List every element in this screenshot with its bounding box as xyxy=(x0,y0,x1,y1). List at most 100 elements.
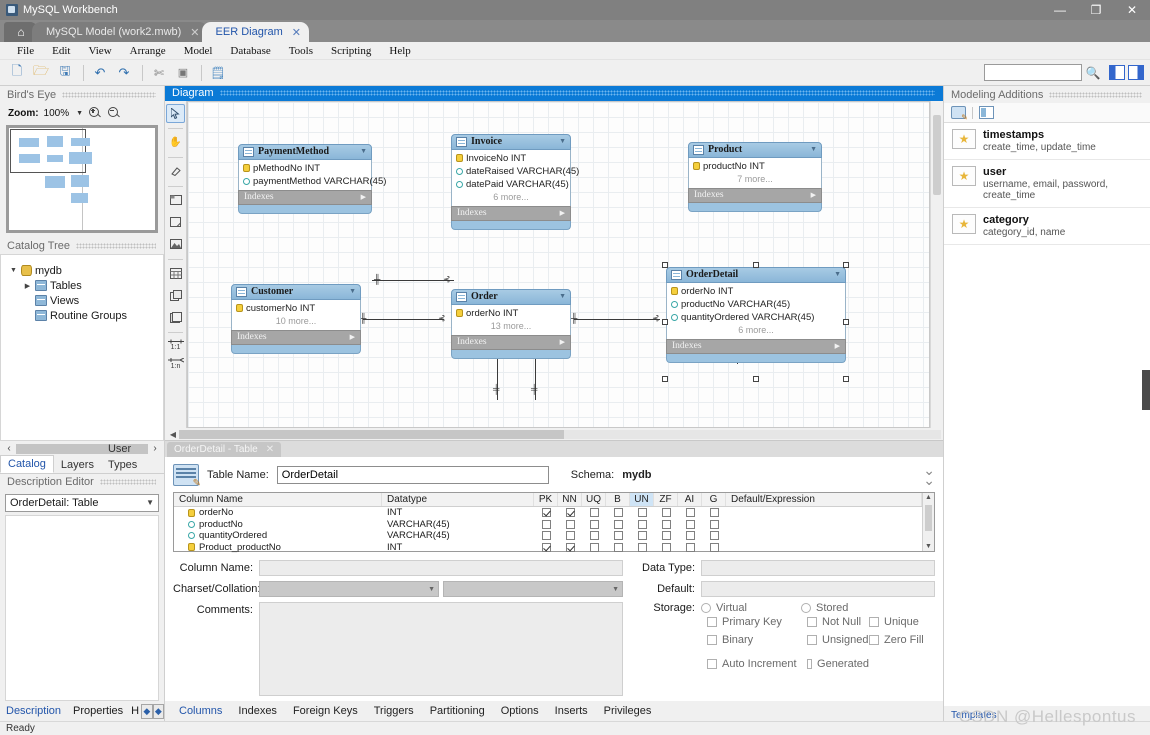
new-template-icon[interactable] xyxy=(979,106,994,119)
comments-textarea[interactable] xyxy=(259,602,623,696)
cell-default[interactable] xyxy=(726,542,922,554)
hand-tool[interactable]: ✋ xyxy=(166,133,185,152)
chevron-right-icon[interactable]: ▶ xyxy=(835,342,840,350)
image-tool[interactable] xyxy=(166,235,185,254)
table-row[interactable]: orderNo INT xyxy=(174,507,922,519)
radio-stored[interactable] xyxy=(801,603,811,613)
option-unsigned[interactable]: Unsigned xyxy=(807,634,869,646)
tab-catalog[interactable]: Catalog xyxy=(0,454,54,473)
chevron-right-icon[interactable]: ▶ xyxy=(350,333,355,341)
scroll-down-icon[interactable]: ▼ xyxy=(923,543,934,550)
chevron-down-icon[interactable]: ▼ xyxy=(9,267,18,274)
checkbox-generated[interactable] xyxy=(807,659,813,669)
menu-view[interactable]: View xyxy=(79,42,120,60)
option-not-null[interactable]: Not Null xyxy=(807,616,869,628)
option-unique[interactable]: Unique xyxy=(869,616,919,628)
er-table-header[interactable]: PaymentMethod ▼ xyxy=(238,143,372,160)
checkbox-binary[interactable] xyxy=(707,635,717,645)
chevron-right-icon[interactable]: ▶ xyxy=(23,282,32,290)
er-table-customer[interactable]: Customer ▼ customerNo INT 10 more... Ind… xyxy=(231,283,361,354)
option-zero-fill[interactable]: Zero Fill xyxy=(869,634,924,646)
checkbox-b[interactable] xyxy=(613,531,623,541)
table-name-input[interactable] xyxy=(276,466,549,484)
checkbox-ai[interactable] xyxy=(685,519,695,529)
selection-handle[interactable] xyxy=(753,261,759,268)
selection-handle[interactable] xyxy=(662,261,668,268)
close-icon[interactable]: ✕ xyxy=(266,444,274,455)
checkbox-zf[interactable] xyxy=(661,531,671,541)
new-view-tool[interactable] xyxy=(166,286,185,305)
selection-handle[interactable] xyxy=(843,375,849,382)
cut-icon[interactable]: ✄ xyxy=(148,63,170,83)
er-table-header[interactable]: OrderDetail ▼ xyxy=(666,266,846,283)
scroll-track[interactable] xyxy=(179,429,941,439)
er-more-columns[interactable]: 6 more... xyxy=(667,324,845,337)
checkbox-pk[interactable] xyxy=(541,508,551,518)
er-more-columns[interactable]: 7 more... xyxy=(689,173,821,186)
maximize-button[interactable]: ❐ xyxy=(1078,0,1114,20)
checkbox-un[interactable] xyxy=(637,531,647,541)
er-indexes-row[interactable]: Indexes ▶ xyxy=(238,189,372,205)
col-header-uq[interactable]: UQ xyxy=(582,493,606,506)
col-header-g[interactable]: G xyxy=(702,493,726,506)
checkbox-nn[interactable] xyxy=(565,508,575,518)
templates-label[interactable]: Templates xyxy=(944,706,1150,721)
note-tool[interactable] xyxy=(166,213,185,232)
tab-description[interactable]: Description xyxy=(0,702,67,721)
tab-foreign-keys[interactable]: Foreign Keys xyxy=(285,702,366,721)
chevron-down-icon[interactable]: ▼ xyxy=(559,293,566,300)
window-edge-scrollbar[interactable] xyxy=(1142,370,1150,410)
chevron-down-icon[interactable]: ▼ xyxy=(834,271,841,278)
er-table-header[interactable]: Invoice ▼ xyxy=(451,133,571,150)
table-row[interactable]: Product_productNo INT xyxy=(174,542,922,554)
er-table-orderdetail[interactable]: OrderDetail ▼ orderNo INT productNo VARC… xyxy=(662,261,849,382)
col-header-datatype[interactable]: Datatype xyxy=(382,493,534,506)
checkbox-nn[interactable] xyxy=(565,542,575,552)
checkbox-g[interactable] xyxy=(709,508,719,518)
birds-eye-view[interactable] xyxy=(6,125,158,233)
tab-user-types[interactable]: User Types xyxy=(101,441,164,473)
tree-node-views[interactable]: Views xyxy=(1,293,163,308)
new-routine-group-tool[interactable] xyxy=(166,308,185,327)
checkbox-pk[interactable] xyxy=(541,519,551,529)
search-input[interactable] xyxy=(984,64,1082,81)
selection-handle[interactable] xyxy=(843,318,849,325)
chevron-down-icon[interactable]: ▼ xyxy=(349,288,356,295)
checkbox-auto-increment[interactable] xyxy=(707,659,717,669)
description-target-select[interactable]: OrderDetail: Table ▼ xyxy=(5,493,159,512)
checkbox-b[interactable] xyxy=(613,542,623,552)
radio-virtual[interactable] xyxy=(701,603,711,613)
option-generated[interactable]: Generated xyxy=(807,658,869,670)
checkbox-zf[interactable] xyxy=(661,519,671,529)
checkbox-zero-fill[interactable] xyxy=(869,635,879,645)
er-more-columns[interactable]: 6 more... xyxy=(452,191,570,204)
tab-inserts[interactable]: Inserts xyxy=(547,702,596,721)
checkbox-pk[interactable] xyxy=(541,531,551,541)
checkbox-g[interactable] xyxy=(709,519,719,529)
option-binary[interactable]: Binary xyxy=(707,634,807,646)
checkbox-g[interactable] xyxy=(709,542,719,552)
er-table-product[interactable]: Product ▼ productNo INT 7 more... Indexe… xyxy=(688,141,822,212)
checkbox-not-null[interactable] xyxy=(807,617,817,627)
chevron-double-down-icon[interactable]: ⌄ ⌄ xyxy=(923,463,935,487)
cell-default[interactable] xyxy=(726,519,922,531)
er-indexes-row[interactable]: Indexes ▶ xyxy=(451,334,571,350)
checkbox-zf[interactable] xyxy=(661,542,671,552)
tab-options[interactable]: Options xyxy=(493,702,547,721)
menu-tools[interactable]: Tools xyxy=(280,42,322,60)
menu-edit[interactable]: Edit xyxy=(43,42,79,60)
checkbox-nn[interactable] xyxy=(565,531,575,541)
col-header-nn[interactable]: NN xyxy=(558,493,582,506)
er-table-header[interactable]: Customer ▼ xyxy=(231,283,361,300)
checkbox-uq[interactable] xyxy=(589,519,599,529)
option-virtual[interactable]: Virtual xyxy=(701,602,801,614)
tab-indexes[interactable]: Indexes xyxy=(230,702,285,721)
data-type-input[interactable] xyxy=(701,560,935,576)
checkbox-zf[interactable] xyxy=(661,508,671,518)
checkbox-primary-key[interactable] xyxy=(707,617,717,627)
default-input[interactable] xyxy=(701,581,935,597)
checkbox-ai[interactable] xyxy=(685,531,695,541)
er-indexes-row[interactable]: Indexes ▶ xyxy=(231,329,361,345)
er-indexes-row[interactable]: Indexes ▶ xyxy=(451,205,571,221)
toggle-right-panel-button[interactable] xyxy=(1128,65,1144,80)
